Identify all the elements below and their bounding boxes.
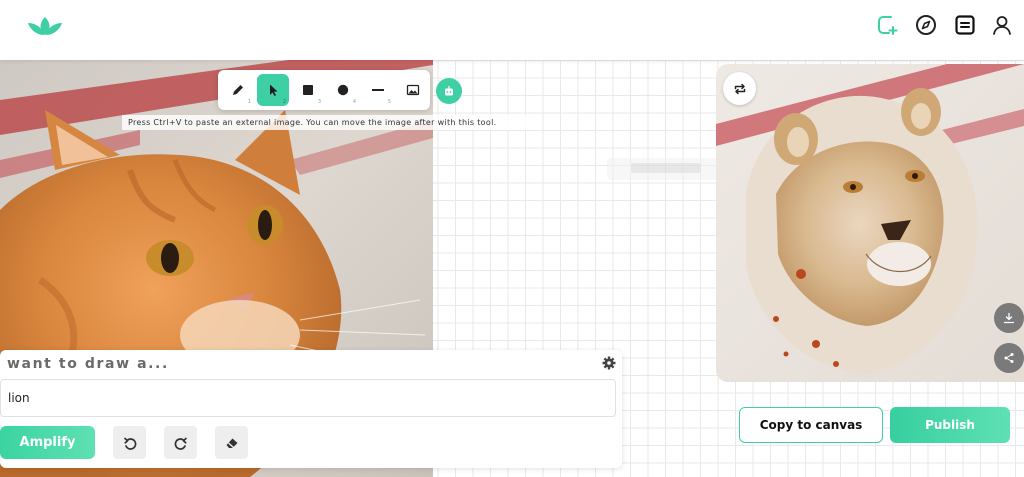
cursor-tool[interactable]: 2 — [257, 74, 289, 106]
image-tool[interactable] — [397, 74, 429, 106]
rectangle-shortcut: 3 — [317, 99, 321, 105]
image-icon — [406, 84, 420, 96]
pencil-shortcut: 1 — [247, 99, 251, 105]
cursor-shortcut: 2 — [282, 99, 286, 105]
prompt-input[interactable] — [0, 379, 616, 417]
square-icon — [303, 85, 313, 95]
circle-icon — [337, 84, 349, 96]
copy-to-canvas-button[interactable]: Copy to canvas — [739, 407, 883, 443]
pencil-tool[interactable]: 1 — [222, 74, 254, 106]
paste-hint: Press Ctrl+V to paste an external image.… — [122, 115, 532, 130]
drawing-toolbar: 1 2 3 4 5 — [218, 70, 430, 110]
lion-result-image[interactable] — [716, 64, 1024, 382]
share-icon — [1004, 353, 1014, 363]
add-canvas-icon[interactable] — [875, 13, 899, 37]
line-tool[interactable]: 5 — [362, 74, 394, 106]
pencil-icon — [233, 85, 243, 95]
swap-button[interactable] — [723, 72, 756, 105]
publish-button[interactable]: Publish — [890, 407, 1010, 443]
top-header — [0, 0, 1024, 60]
user-icon[interactable] — [990, 13, 1014, 37]
document-icon[interactable] — [953, 13, 977, 37]
prompt-heading: want to draw a... — [7, 356, 169, 372]
circle-shortcut: 4 — [352, 99, 356, 105]
download-button[interactable] — [994, 303, 1024, 333]
undo-button[interactable] — [113, 426, 146, 459]
redo-button[interactable] — [164, 426, 197, 459]
cursor-icon — [270, 84, 278, 96]
robot-icon — [445, 86, 453, 96]
amplify-button[interactable]: Amplify — [0, 426, 95, 459]
compass-icon[interactable] — [914, 13, 938, 37]
share-button[interactable] — [994, 343, 1024, 373]
line-shortcut: 5 — [387, 99, 391, 105]
eraser-icon — [226, 438, 237, 448]
rectangle-tool[interactable]: 3 — [292, 74, 324, 106]
settings-gear-icon[interactable] — [602, 356, 616, 370]
eraser-button[interactable] — [215, 426, 248, 459]
circle-tool[interactable]: 4 — [327, 74, 359, 106]
line-icon — [372, 89, 384, 91]
download-icon — [1003, 312, 1015, 324]
undo-icon — [123, 436, 136, 450]
ai-assistant-button[interactable] — [436, 78, 462, 104]
leaf-logo[interactable] — [27, 14, 63, 36]
redo-icon — [174, 436, 187, 450]
prompt-panel: want to draw a... Amplify — [0, 350, 622, 468]
repeat-icon — [734, 83, 745, 94]
